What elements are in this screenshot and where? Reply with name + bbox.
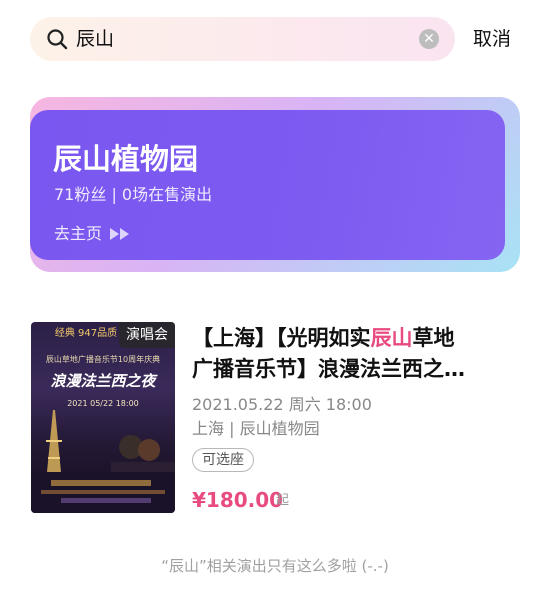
search-icon [47, 29, 68, 50]
show-title-prefix: 【上海】【光明如实 [192, 326, 371, 350]
venue-stats: 71粉丝 | 0场在售演出 [54, 185, 213, 204]
double-arrow-icon [110, 228, 130, 240]
price-suffix: 起 [276, 493, 290, 508]
clear-icon[interactable]: ✕ [419, 29, 439, 49]
end-of-results-note: “辰山”相关演出只有这么多啦 (-.-) [161, 557, 389, 575]
show-title-highlight: 辰山 [370, 326, 413, 350]
eiffel-tower-illustration [31, 410, 175, 513]
show-location: 上海 | 辰山植物园 [192, 419, 320, 438]
show-datetime: 2021.05.22 周六 18:00 [192, 395, 372, 414]
venue-name: 辰山植物园 [53, 142, 199, 176]
venue-card[interactable]: 辰山植物园 71粉丝 | 0场在售演出 去主页 [30, 110, 505, 260]
show-title-suffix: 草地 [412, 326, 455, 350]
search-row: 辰山 ✕ 取消 [30, 17, 535, 61]
show-title-line2: 广播音乐节】浪漫法兰西之… [192, 357, 465, 381]
seat-selection-badge: 可选座 [192, 448, 254, 472]
venue-homepage-link[interactable]: 去主页 [54, 223, 130, 245]
cancel-button[interactable]: 取消 [473, 25, 511, 53]
show-poster[interactable]: 经典 947品质 演唱会 辰山草地广播音乐节10周年庆典 浪漫法兰西之夜 202… [31, 322, 175, 513]
search-input[interactable]: 辰山 ✕ [30, 17, 455, 61]
search-query-text: 辰山 [76, 28, 115, 50]
show-price: ¥180.00 [192, 488, 284, 512]
show-title[interactable]: 【上海】【光明如实辰山草地 广播音乐节】浪漫法兰西之… [192, 323, 510, 385]
venue-link-label: 去主页 [54, 224, 103, 243]
